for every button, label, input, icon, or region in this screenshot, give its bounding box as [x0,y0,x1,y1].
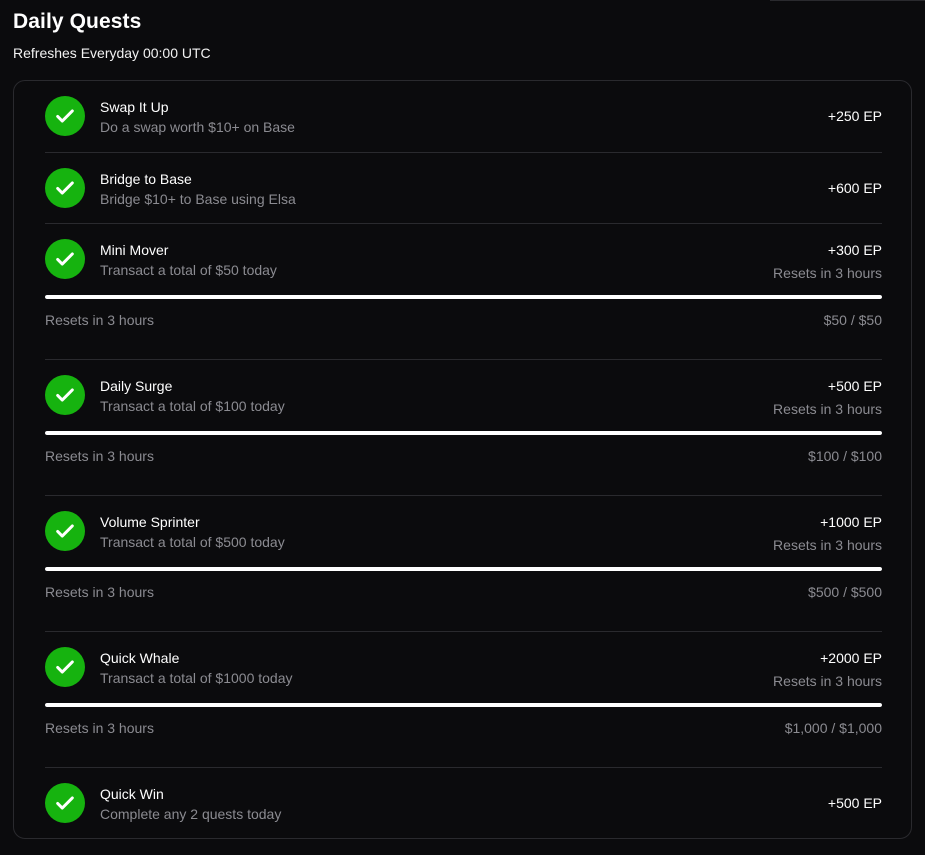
quest-reset-timer: Resets in 3 hours [773,673,882,689]
quest-reward: +250 EP [827,108,882,124]
progress-bar [45,567,882,571]
check-circle-icon [45,168,85,208]
quest-reset-label: Resets in 3 hours [45,720,154,736]
quest-description: Do a swap worth $10+ on Base [100,119,295,135]
quest-daily-surge[interactable]: Daily Surge Transact a total of $100 tod… [45,359,882,495]
quest-description: Transact a total of $1000 today [100,670,293,686]
quest-reset-timer: Resets in 3 hours [773,537,882,553]
quest-swap-it-up[interactable]: Swap It Up Do a swap worth $10+ on Base … [45,81,882,152]
quests-card: Swap It Up Do a swap worth $10+ on Base … [13,80,912,839]
quest-description: Transact a total of $100 today [100,398,285,414]
page-header: Daily Quests Refreshes Everyday 00:00 UT… [13,10,211,61]
progress-bar-fill [45,703,882,707]
check-circle-icon [45,239,85,279]
quest-quick-win[interactable]: Quick Win Complete any 2 quests today +5… [45,767,882,838]
check-circle-icon [45,783,85,823]
quest-reset-timer: Resets in 3 hours [773,401,882,417]
check-circle-icon [45,96,85,136]
quest-reward: +2000 EP [820,650,882,666]
quest-description: Transact a total of $50 today [100,262,277,278]
quest-name: Mini Mover [100,242,169,258]
quest-reset-label: Resets in 3 hours [45,584,154,600]
progress-bar-fill [45,567,882,571]
quest-reward: +500 EP [827,378,882,394]
quest-progress-text: $500 / $500 [808,584,882,600]
quest-reward: +500 EP [827,795,882,811]
quest-name: Quick Whale [100,650,180,666]
progress-bar-fill [45,431,882,435]
check-circle-icon [45,647,85,687]
quest-progress-text: $50 / $50 [823,312,882,328]
quest-name: Quick Win [100,786,164,802]
progress-bar [45,703,882,707]
refresh-info: Refreshes Everyday 00:00 UTC [13,45,211,61]
quest-reset-label: Resets in 3 hours [45,448,154,464]
check-circle-icon [45,375,85,415]
quest-description: Bridge $10+ to Base using Elsa [100,191,296,207]
quest-bridge-to-base[interactable]: Bridge to Base Bridge $10+ to Base using… [45,152,882,223]
quest-reward: +300 EP [827,242,882,258]
quest-progress-text: $1,000 / $1,000 [784,720,882,736]
quest-name: Bridge to Base [100,171,192,187]
quest-reward: +1000 EP [820,514,882,530]
check-circle-icon [45,511,85,551]
progress-bar-fill [45,295,882,299]
quest-reward: +600 EP [827,180,882,196]
quest-volume-sprinter[interactable]: Volume Sprinter Transact a total of $500… [45,495,882,631]
quest-progress-text: $100 / $100 [808,448,882,464]
quest-name: Volume Sprinter [100,514,200,530]
quest-reset-timer: Resets in 3 hours [773,265,882,281]
quest-name: Daily Surge [100,378,173,394]
quest-name: Swap It Up [100,99,169,115]
quest-description: Complete any 2 quests today [100,806,282,822]
quest-description: Transact a total of $500 today [100,534,285,550]
quest-quick-whale[interactable]: Quick Whale Transact a total of $1000 to… [45,631,882,767]
quest-reset-label: Resets in 3 hours [45,312,154,328]
top-divider [770,0,925,1]
progress-bar [45,431,882,435]
quest-mini-mover[interactable]: Mini Mover Transact a total of $50 today… [45,223,882,359]
progress-bar [45,295,882,299]
page-title: Daily Quests [13,10,142,33]
